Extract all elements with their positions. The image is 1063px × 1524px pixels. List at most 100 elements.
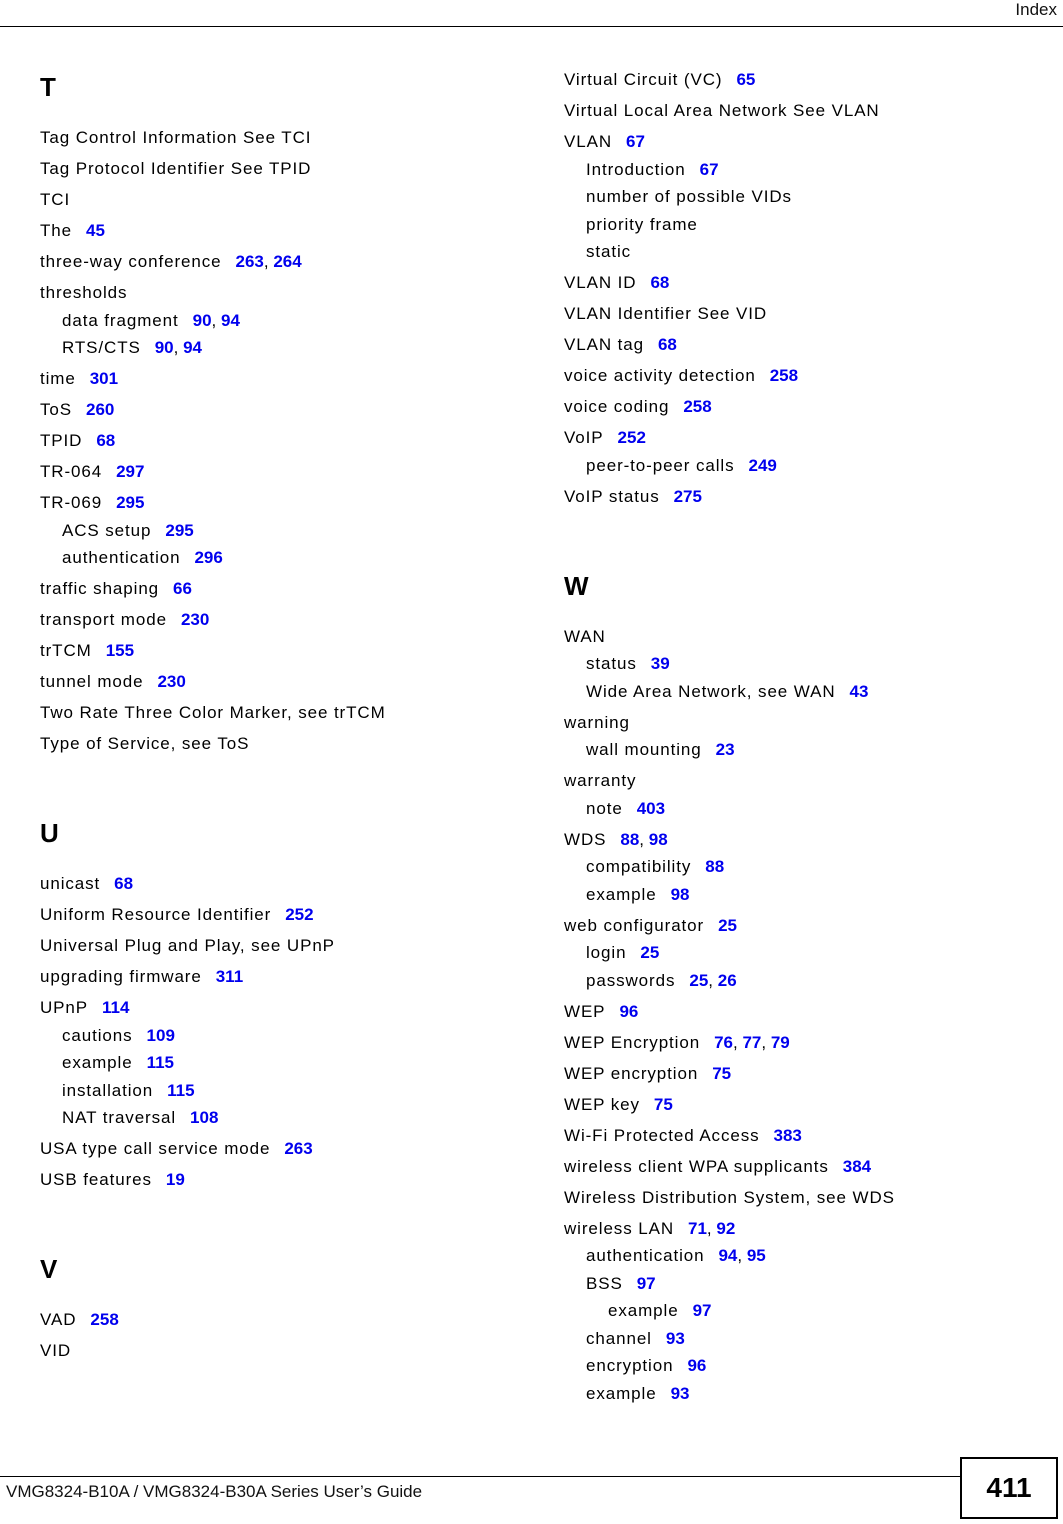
page-link[interactable]: 45 [86,221,105,240]
page-link[interactable]: 88 [705,857,724,876]
page-link[interactable]: 26 [718,971,737,990]
index-entry: wireless client WPA supplicants 384 [564,1157,871,1177]
page-link[interactable]: 301 [90,369,118,388]
page-link[interactable]: 94 [718,1246,737,1265]
index-entry: thresholds [40,283,127,303]
page-link[interactable]: 258 [770,366,798,385]
page-link[interactable]: 97 [693,1301,712,1320]
page-link[interactable]: 260 [86,400,114,419]
page-link[interactable]: 90 [155,338,174,357]
page-link[interactable]: 97 [637,1274,656,1293]
page-references: 68 [96,431,115,450]
index-entry: WAN [564,627,606,647]
page-link[interactable]: 115 [147,1053,174,1072]
page-references: 384 [843,1157,871,1176]
index-entry: WEP 96 [564,1002,638,1022]
page-link[interactable]: 77 [742,1033,761,1052]
page-link[interactable]: 68 [658,335,677,354]
page-link[interactable]: 68 [96,431,115,450]
page-link[interactable]: 230 [157,672,185,691]
entry-term: WAN [564,626,606,646]
page-link[interactable]: 275 [674,487,702,506]
page-link[interactable]: 68 [650,273,669,292]
page-references: 19 [166,1170,185,1189]
page-link[interactable]: 93 [666,1329,685,1348]
page-link[interactable]: 96 [687,1356,706,1375]
page-link[interactable]: 88 [620,830,639,849]
page-link[interactable]: 403 [637,799,665,818]
index-entry: TR-069 295 [40,493,144,513]
page-link[interactable]: 383 [774,1126,802,1145]
page-references: 258 [770,366,798,385]
page-link[interactable]: 94 [183,338,202,357]
page-link[interactable]: 155 [106,641,134,660]
index-subentry: peer-to-peer calls 249 [586,456,777,476]
page-link[interactable]: 297 [116,462,144,481]
page-link[interactable]: 94 [221,311,240,330]
page-references: 94, 95 [718,1246,765,1265]
index-entry: VAD 258 [40,1310,119,1330]
page-link[interactable]: 115 [167,1081,194,1100]
entry-term: NAT traversal [62,1108,177,1127]
page-link[interactable]: 19 [166,1170,185,1189]
index-entry: WEP Encryption 76, 77, 79 [564,1033,790,1053]
index-entry: transport mode 230 [40,610,209,630]
page-references: 263, 264 [235,252,301,271]
page-link[interactable]: 75 [654,1095,673,1114]
page-link[interactable]: 25 [689,971,708,990]
entry-term: Tag Protocol Identifier See TPID [40,159,312,178]
page-link[interactable]: 92 [716,1219,735,1238]
page-link[interactable]: 108 [190,1108,218,1127]
page-link[interactable]: 263 [235,252,263,271]
index-subentry: ACS setup 295 [62,521,194,541]
page-link[interactable]: 295 [165,521,193,540]
page-link[interactable]: 79 [771,1033,790,1052]
index-entry: VLAN 67 [564,132,645,152]
page-references: 43 [850,682,869,701]
page-link[interactable]: 90 [193,311,212,330]
page-link[interactable]: 95 [747,1246,766,1265]
page-link[interactable]: 98 [649,830,668,849]
page-link[interactable]: 295 [116,493,144,512]
entry-term: example [586,884,657,904]
page-link[interactable]: 25 [640,943,659,962]
page-link[interactable]: 384 [843,1157,871,1176]
page-link[interactable]: 263 [284,1139,312,1158]
page-link[interactable]: 252 [618,428,646,447]
page-link[interactable]: 114 [102,998,129,1017]
entry-term: VID [40,1341,72,1360]
page-link[interactable]: 96 [619,1002,638,1021]
page-link[interactable]: 23 [716,740,735,759]
entry-term: unicast [40,874,101,893]
page-link[interactable]: 311 [216,967,243,986]
page-link[interactable]: 76 [714,1033,733,1052]
page-link[interactable]: 68 [114,874,133,893]
page-link[interactable]: 75 [712,1064,731,1083]
page-link[interactable]: 67 [626,132,645,151]
index-subentry: BSS 97 [586,1274,656,1294]
page-link[interactable]: 296 [194,548,222,567]
entry-term: UPnP [40,998,89,1017]
page-link[interactable]: 258 [90,1310,118,1329]
page-link[interactable]: 264 [273,252,301,271]
page-link[interactable]: 249 [748,456,776,475]
index-entry: WDS 88, 98 [564,830,668,850]
page-link[interactable]: 67 [700,160,719,179]
page-link[interactable]: 109 [147,1026,175,1045]
entry-term: login [586,943,627,962]
page-link[interactable]: 66 [173,579,192,598]
footer-guide-title: VMG8324-B10A / VMG8324-B30A Series User’… [6,1482,423,1501]
page-link[interactable]: 71 [688,1219,707,1238]
page-link[interactable]: 25 [718,916,737,935]
page-link[interactable]: 65 [736,70,755,89]
page-link[interactable]: 39 [651,654,670,673]
page-separator: , [706,1218,717,1238]
entry-term: Tag Control Information See TCI [40,128,312,147]
page-link[interactable]: 258 [683,397,711,416]
page-link[interactable]: 98 [671,885,690,904]
page-link[interactable]: 252 [285,905,313,924]
page-link[interactable]: 230 [181,610,209,629]
entry-term: Wireless Distribution System, see WDS [564,1187,895,1207]
page-link[interactable]: 93 [671,1384,690,1403]
page-link[interactable]: 43 [850,682,869,701]
